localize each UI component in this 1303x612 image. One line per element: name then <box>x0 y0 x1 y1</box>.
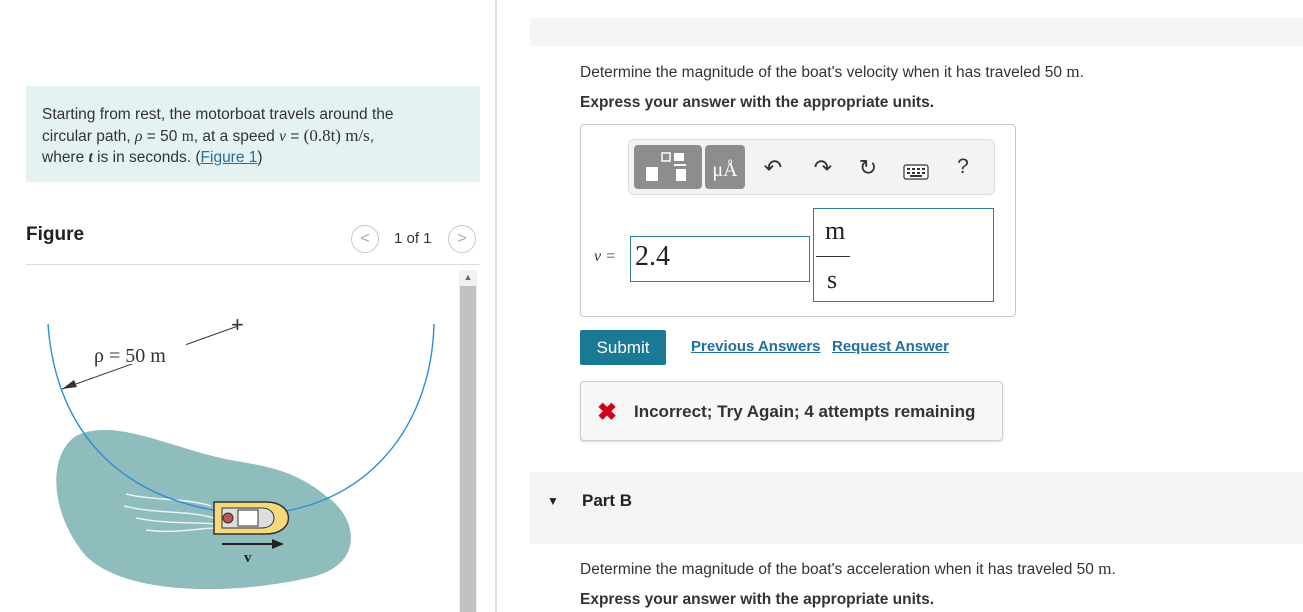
help-button[interactable]: ? <box>948 155 978 179</box>
unit-numerator: m <box>825 216 846 245</box>
velocity-label: v <box>244 550 252 566</box>
problem-line-1: Starting from rest, the motorboat travel… <box>42 104 464 125</box>
unit-m: m <box>1066 62 1080 81</box>
divider <box>26 264 480 265</box>
part-b-question: Determine the magnitude of the boat's ac… <box>580 559 1116 579</box>
chevron-right-icon: > <box>457 230 467 247</box>
problem-line-2: circular path, ρ = 50 m, at a speed v = … <box>42 125 464 147</box>
problem-text: = 50 <box>142 128 182 145</box>
rho-label: ρ = 50 m <box>94 345 166 367</box>
scrollbar-thumb[interactable] <box>460 286 476 612</box>
speed-expression: (0.8t) m/s <box>303 126 370 145</box>
radius-arrowhead <box>62 380 77 389</box>
chevron-left-icon: < <box>360 230 370 247</box>
undo-button[interactable]: ↶ <box>758 155 788 181</box>
units-muA-icon: μÅ <box>712 159 738 181</box>
part-a-question: Determine the magnitude of the boat's ve… <box>580 62 1084 82</box>
reset-button[interactable]: ↻ <box>853 155 883 181</box>
problem-text: circular path, <box>42 128 136 145</box>
pane-divider[interactable] <box>495 0 497 612</box>
problem-text: , at a speed <box>193 128 280 145</box>
previous-answers-link[interactable]: Previous Answers <box>691 338 821 355</box>
fraction-template-icon <box>646 152 686 181</box>
part-a-instruction: Express your answer with the appropriate… <box>580 94 935 111</box>
redo-icon: ↷ <box>813 155 833 180</box>
figure-heading: Figure <box>26 224 85 245</box>
rho-symbol: ρ <box>135 128 143 145</box>
close-x-icon: ✖ <box>597 399 618 426</box>
problem-text: = <box>285 128 304 145</box>
figure-prev-button[interactable]: < <box>351 225 379 253</box>
figure-next-button[interactable]: > <box>448 225 476 253</box>
request-answer-link[interactable]: Request Answer <box>832 338 949 355</box>
submit-button[interactable]: Submit <box>580 330 666 365</box>
motorboat-figure: + ρ = 50 m v <box>47 312 435 590</box>
part-b-label[interactable]: Part B <box>582 491 632 511</box>
templates-button[interactable] <box>634 145 702 189</box>
part-a-header-band <box>530 18 1303 46</box>
problem-statement: Starting from rest, the motorboat travel… <box>26 86 480 182</box>
question-text: . <box>1079 64 1084 81</box>
problem-text: Starting from rest, the motorboat travel… <box>42 106 394 123</box>
keyboard-icon[interactable] <box>903 164 929 180</box>
question-text: . <box>1111 561 1116 578</box>
feedback-message: Incorrect; Try Again; 4 attempts remaini… <box>634 402 976 421</box>
unit-m: m <box>181 128 194 145</box>
variable-label: v = <box>594 248 616 265</box>
v-symbol: v <box>279 128 286 145</box>
problem-text: where <box>42 149 89 166</box>
unit-m: m <box>1098 559 1112 578</box>
problem-line-3: where t is in seconds. (Figure 1) <box>42 147 464 168</box>
problem-text: ) <box>257 149 263 166</box>
problem-text: is in seconds. ( <box>92 149 201 166</box>
figure-1-link[interactable]: Figure 1 <box>201 149 258 166</box>
part-b-header[interactable] <box>530 472 1303 544</box>
chevron-down-icon[interactable]: ▼ <box>547 494 559 508</box>
help-icon: ? <box>957 155 969 178</box>
fraction-bar <box>816 256 850 257</box>
undo-icon: ↶ <box>763 155 783 180</box>
part-b-instruction: Express your answer with the appropriate… <box>580 591 935 608</box>
figure-page-indicator: 1 of 1 <box>394 230 432 247</box>
scroll-up-arrow-icon[interactable]: ▲ <box>460 270 476 284</box>
problem-text: , <box>369 128 375 145</box>
units-button[interactable]: μÅ <box>705 145 745 189</box>
redo-button[interactable]: ↷ <box>808 155 838 181</box>
reset-icon: ↻ <box>858 155 878 180</box>
question-text: Determine the magnitude of the boat's ve… <box>580 64 1067 81</box>
motorboat <box>213 501 290 535</box>
unit-denominator: s <box>827 265 838 294</box>
center-mark: + <box>231 312 244 337</box>
answer-value-input[interactable]: 2.4 <box>630 236 810 282</box>
question-text: Determine the magnitude of the boat's ac… <box>580 561 1099 578</box>
